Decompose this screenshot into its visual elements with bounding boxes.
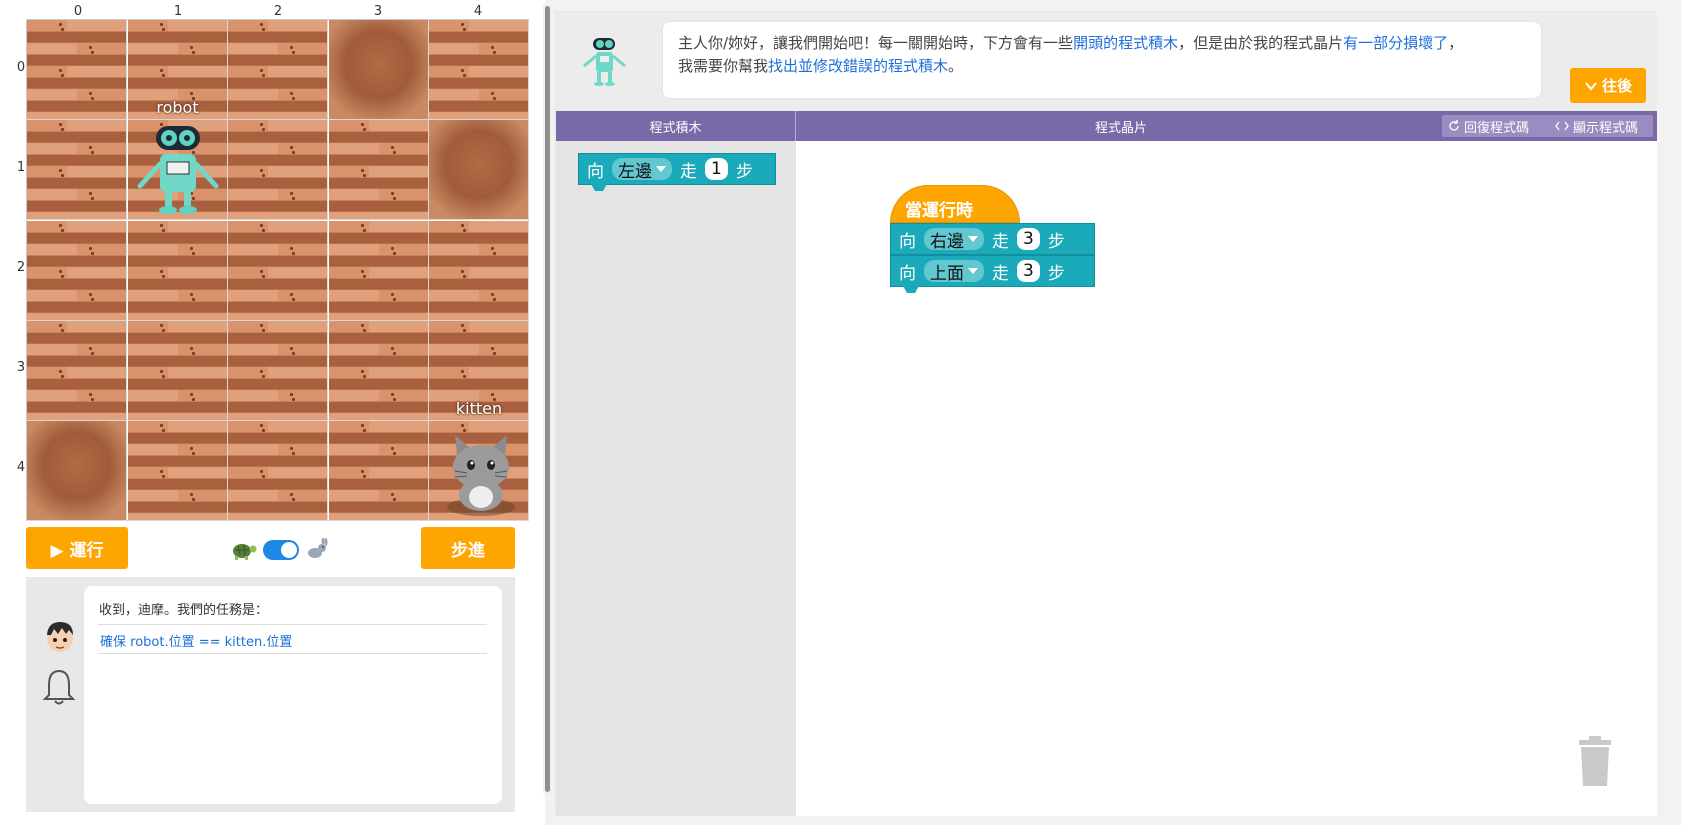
grid-cell: [228, 20, 328, 120]
direction-value: 右邊: [930, 231, 964, 252]
code-icon: [1555, 121, 1569, 131]
grid-cell: [328, 220, 429, 321]
show-code-label: 顯示程式碼: [1573, 120, 1639, 136]
steps-input[interactable]: 3: [1017, 260, 1040, 282]
grid-cell: [27, 220, 127, 321]
bell-icon[interactable]: [40, 667, 78, 707]
game-board: robot kitten: [26, 19, 529, 522]
grid-cell: [27, 421, 127, 522]
intro-text-1: 主人你/妳好，讓我們開始吧！每一關開始時，下方會有一些: [678, 34, 1074, 52]
grid-cell: [328, 320, 429, 421]
grid-cell: [27, 120, 127, 221]
refresh-icon: [1449, 120, 1459, 131]
chevron-down-icon: [1585, 81, 1597, 91]
grid-cell: [228, 220, 328, 321]
grid-cell: [27, 320, 127, 421]
dropdown-arrow-icon: [968, 236, 978, 242]
grid-cell: [429, 120, 529, 221]
intro-text-3: ，: [1448, 34, 1464, 52]
reset-code-label: 回復程式碼: [1464, 120, 1530, 136]
run-button[interactable]: ▶ 運行: [26, 527, 128, 569]
editor-panel: 主人你/妳好，讓我們開始吧！每一關開始時，下方會有一些開頭的程式積木，但是由於我…: [555, 11, 1657, 816]
mission-message: 收到，迪摩。我們的任務是：: [99, 603, 269, 618]
col-label-0: 0: [73, 4, 83, 19]
kitten-sprite: [447, 435, 515, 517]
intro-highlight-3: 找出並修改錯誤的程式積木: [768, 57, 949, 75]
intro-highlight-2: 有一部分損壞了: [1343, 34, 1449, 52]
next-button[interactable]: 往後: [1570, 68, 1646, 103]
instruction-header: 主人你/妳好，讓我們開始吧！每一關開始時，下方會有一些開頭的程式積木，但是由於我…: [556, 12, 1657, 111]
col-label-3: 3: [373, 4, 383, 19]
block-word-to: 向: [587, 161, 604, 182]
grid-cell: [127, 421, 228, 522]
toolbox-move-block[interactable]: 向 左邊 走 1 步: [578, 153, 776, 191]
grid-cell: [429, 220, 529, 321]
instruction-bubble: 主人你/妳好，讓我們開始吧！每一關開始時，下方會有一些開頭的程式積木，但是由於我…: [662, 21, 1542, 99]
intro-text-4: 我需要你幫我: [678, 57, 769, 75]
kitten-label: kitten: [455, 399, 503, 419]
intro-text-5: 。: [948, 57, 964, 75]
grid-cell: [228, 120, 328, 221]
mission-goal: 確保 robot.位置 == kitten.位置: [98, 624, 487, 654]
block-workspace[interactable]: 當運行時 向 右邊 走 3 步 向 上面 走 3 步: [796, 141, 1657, 816]
col-label-4: 4: [473, 4, 483, 19]
block-word-step: 步: [1047, 231, 1065, 252]
workspace-move-block-1[interactable]: 向 右邊 走 3 步: [890, 223, 1095, 255]
grid-cell: [127, 220, 228, 321]
speed-switch[interactable]: [263, 540, 299, 560]
intro-highlight-1: 開頭的程式積木: [1073, 34, 1179, 52]
editor-toolbar: 程式積木 程式晶片 回復程式碼 顯示程式碼: [556, 111, 1657, 141]
turtle-icon: [233, 544, 257, 560]
speed-toggle[interactable]: [229, 537, 332, 563]
grid-cell: [127, 320, 228, 421]
grid-cell: [228, 421, 328, 522]
direction-dropdown[interactable]: 右邊: [924, 228, 984, 252]
next-label: 往後: [1601, 77, 1632, 95]
show-code-button[interactable]: 顯示程式碼: [1549, 115, 1653, 137]
robot-label: robot: [156, 98, 199, 118]
block-word-walk: 走: [680, 161, 697, 182]
direction-value: 上面: [930, 263, 964, 284]
mission-card: 收到，迪摩。我們的任務是： 確保 robot.位置 == kitten.位置: [84, 586, 502, 804]
grid-cell: [328, 120, 429, 221]
rabbit-icon: [308, 538, 328, 558]
tab-chip: 程式晶片: [1094, 120, 1147, 136]
block-word-walk: 走: [992, 231, 1009, 252]
direction-value: 左邊: [618, 161, 652, 182]
grid-cell: [27, 20, 127, 120]
direction-dropdown[interactable]: 左邊: [612, 158, 672, 182]
tab-blocks: 程式積木: [556, 111, 796, 141]
col-label-2: 2: [273, 4, 283, 19]
block-word-step: 步: [735, 161, 753, 182]
block-word-to: 向: [899, 263, 916, 284]
dropdown-arrow-icon: [968, 268, 978, 274]
when-run-hat-block[interactable]: 當運行時: [890, 185, 1020, 223]
workspace-move-block-2[interactable]: 向 上面 走 3 步: [890, 255, 1095, 293]
game-panel: 0 1 2 3 4 0 1 2 3 4 robotkitten ▶ 運行 步進: [0, 0, 545, 825]
block-toolbox: 向 左邊 走 1 步: [556, 141, 796, 816]
trash-icon[interactable]: [1575, 734, 1615, 788]
grid-cell: [228, 320, 328, 421]
steps-input[interactable]: 1: [705, 158, 728, 180]
intro-text-2: ，但是由於我的程式晶片: [1178, 34, 1344, 52]
avatar: [47, 622, 73, 652]
steps-input[interactable]: 3: [1017, 228, 1040, 250]
block-word-walk: 走: [992, 263, 1009, 284]
grid-cell: [429, 20, 529, 120]
game-grid: 0 1 2 3 4 0 1 2 3 4 robot kitten: [14, 4, 539, 524]
block-word-to: 向: [899, 231, 916, 252]
col-label-1: 1: [173, 4, 183, 19]
grid-cell: [328, 421, 429, 522]
block-word-step: 步: [1047, 263, 1065, 284]
step-button[interactable]: 步進: [421, 527, 515, 569]
dropdown-arrow-icon: [656, 166, 666, 172]
mission-panel: 收到，迪摩。我們的任務是： 確保 robot.位置 == kitten.位置: [26, 577, 515, 812]
direction-dropdown[interactable]: 上面: [924, 260, 984, 284]
grid-cell: [328, 20, 429, 120]
robot-guide-icon: [583, 38, 626, 86]
robot-sprite: [137, 126, 218, 215]
left-scrollbar[interactable]: [543, 4, 552, 794]
